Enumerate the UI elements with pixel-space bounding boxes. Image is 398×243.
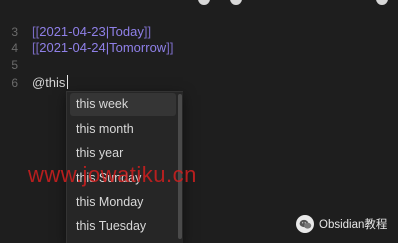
link-close-bracket: ]]	[166, 40, 174, 55]
wiki-link[interactable]: [[2021-04-24|Tomorrow]]	[32, 38, 173, 58]
link-target[interactable]: 2021-04-23	[39, 24, 106, 39]
link-target[interactable]: 2021-04-24	[39, 40, 106, 55]
wechat-icon	[296, 215, 314, 233]
brand-badge: Obsidian教程	[296, 213, 387, 235]
typed-trigger: @this	[32, 75, 66, 90]
line-number: 6	[11, 76, 18, 90]
editor-pane[interactable]: 3 [[2021-04-23|Today]] 4 [[2021-04-24|To…	[0, 0, 398, 243]
link-close-bracket: ]]	[143, 24, 152, 39]
brand-label: Obsidian教程	[319, 219, 388, 231]
suggestion-item[interactable]: this Monday	[70, 191, 176, 214]
suggestion-item[interactable]: this Tuesday	[70, 215, 176, 238]
link-alias[interactable]: Today	[109, 24, 144, 39]
window-control-icon[interactable]	[376, 0, 388, 5]
window-control-icon[interactable]	[230, 0, 242, 5]
watermark-text: www.jowatiku.cn	[28, 162, 197, 187]
suggestion-item[interactable]: this month	[70, 118, 176, 141]
suggestion-item[interactable]: this week	[70, 93, 176, 116]
link-alias[interactable]: Tomorrow	[109, 40, 166, 55]
text-caret	[67, 75, 69, 89]
editor-text[interactable]: @this	[32, 73, 69, 93]
window-control-icon[interactable]	[198, 0, 210, 5]
line-number: 5	[11, 58, 18, 72]
